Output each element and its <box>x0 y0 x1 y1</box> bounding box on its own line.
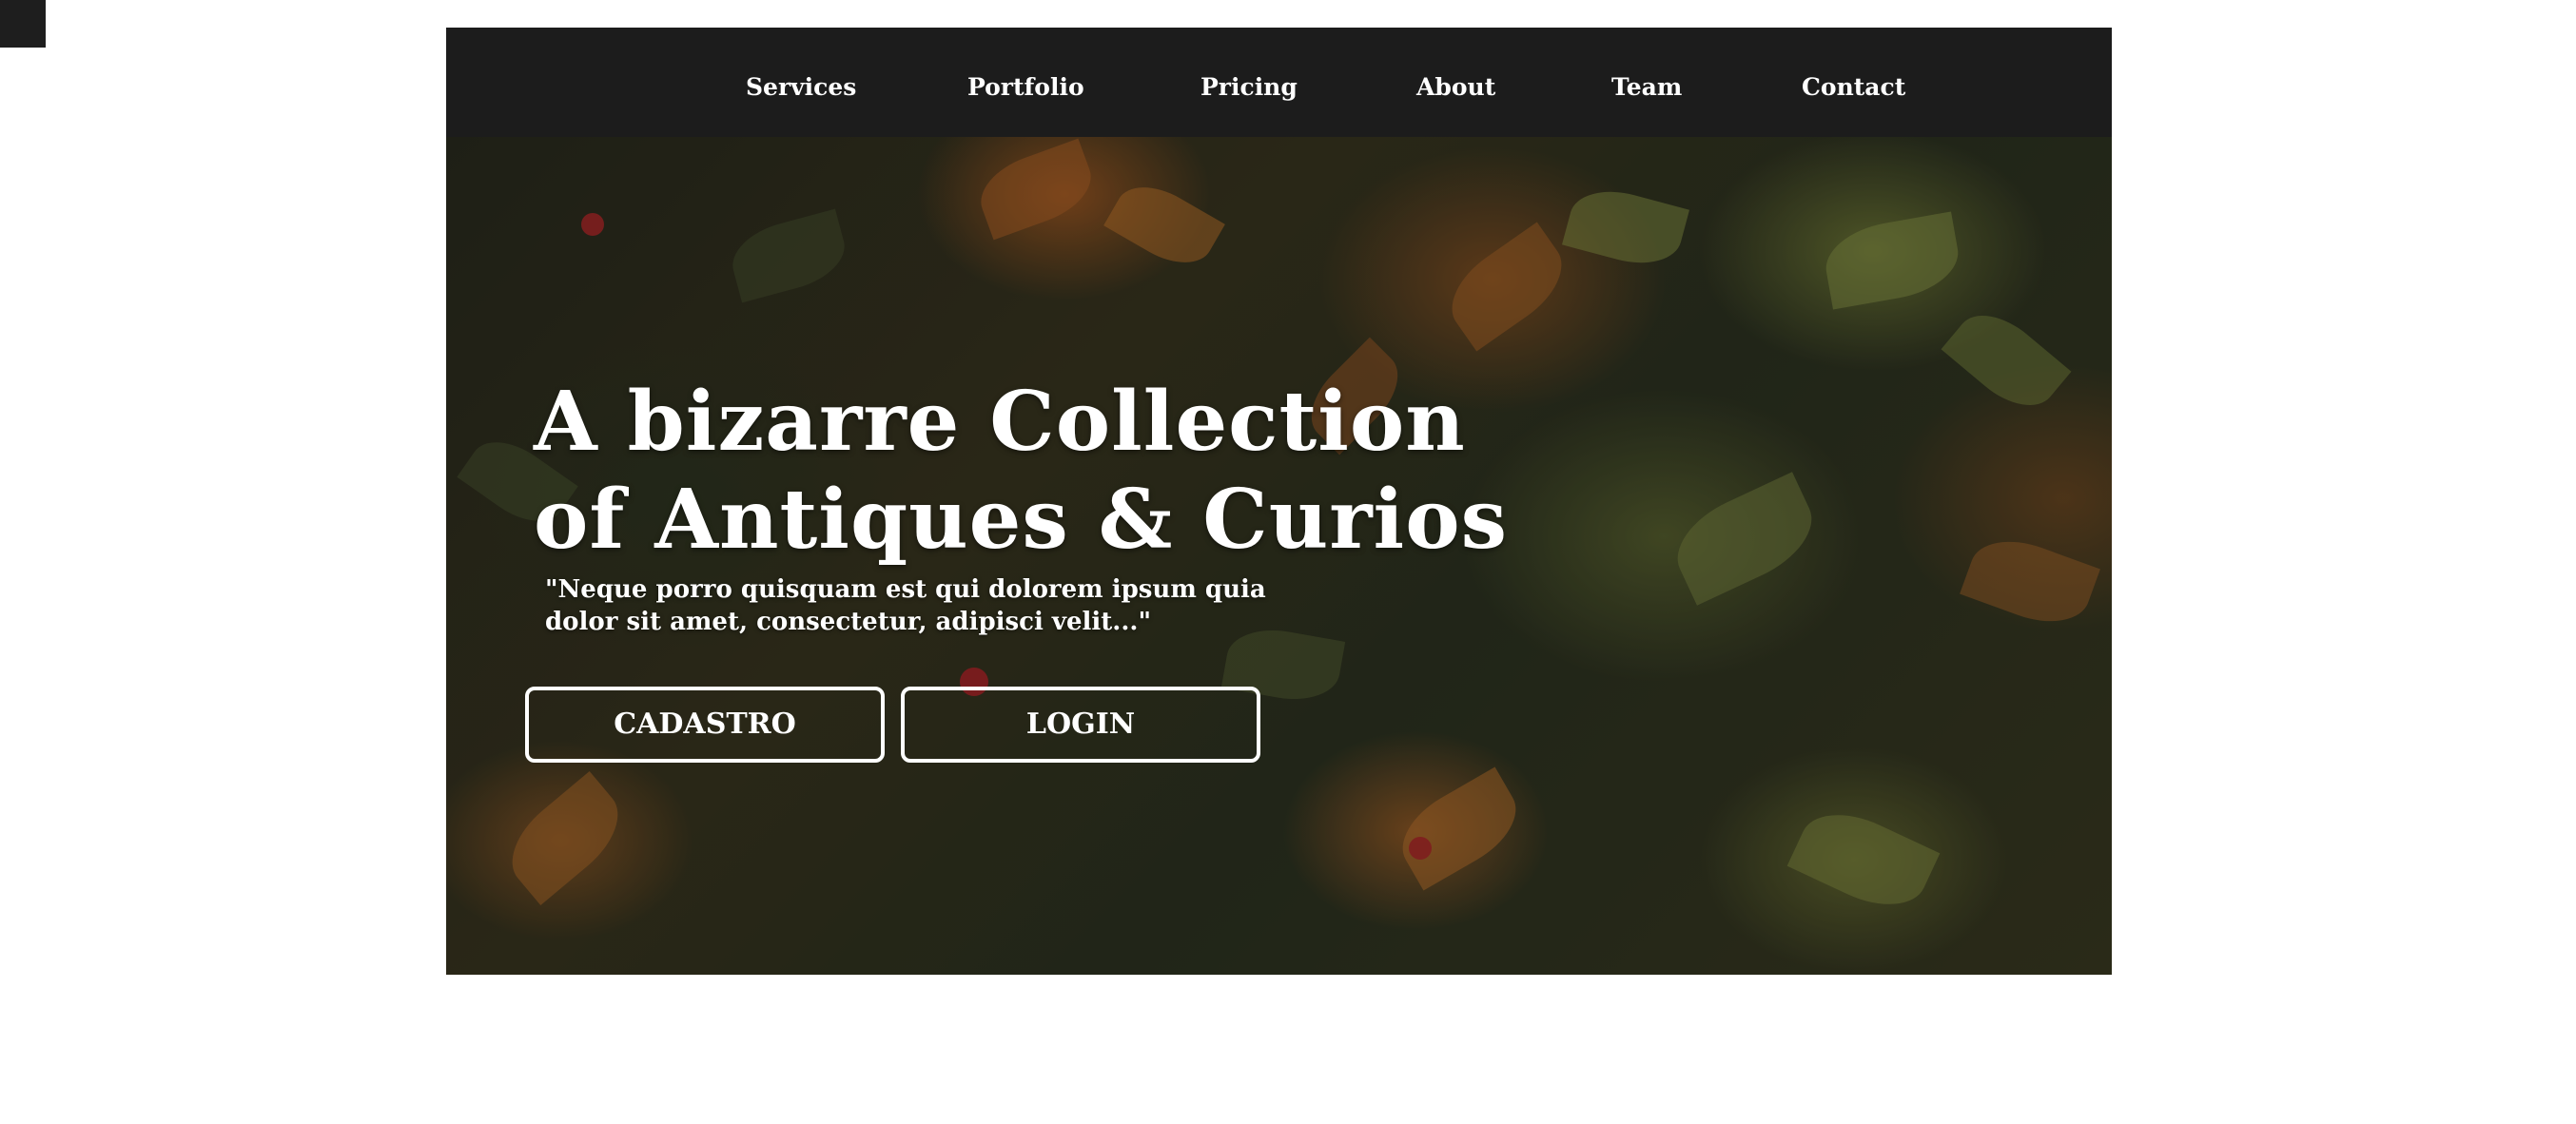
corner-block <box>0 0 46 48</box>
hero-section: A bizarre Collection of Antiques & Curio… <box>446 137 2112 975</box>
landing-page: Services Portfolio Pricing About Team Co… <box>446 28 2112 975</box>
nav-link-pricing[interactable]: Pricing <box>1200 73 1298 102</box>
nav-link-contact[interactable]: Contact <box>1802 73 1905 102</box>
hero-title-line-2: of Antiques & Curios <box>534 472 1508 568</box>
hero-title-line-1: A bizarre Collection <box>534 374 1466 470</box>
nav-link-about[interactable]: About <box>1416 73 1495 102</box>
nav-link-services[interactable]: Services <box>746 73 856 102</box>
hero-quote-line-2: dolor sit amet, consectetur, adipisci ve… <box>545 608 1152 636</box>
hero-quote-line-1: "Neque porro quisquam est qui dolorem ip… <box>545 575 1266 604</box>
hero-title: A bizarre Collection of Antiques & Curio… <box>534 373 1508 569</box>
nav-link-team[interactable]: Team <box>1611 73 1682 102</box>
hero-quote: "Neque porro quisquam est qui dolorem ip… <box>545 573 1268 638</box>
nav-link-portfolio[interactable]: Portfolio <box>967 73 1084 102</box>
login-button[interactable]: LOGIN <box>901 687 1260 763</box>
top-navbar: Services Portfolio Pricing About Team Co… <box>446 28 2112 137</box>
signup-button[interactable]: CADASTRO <box>525 687 885 763</box>
